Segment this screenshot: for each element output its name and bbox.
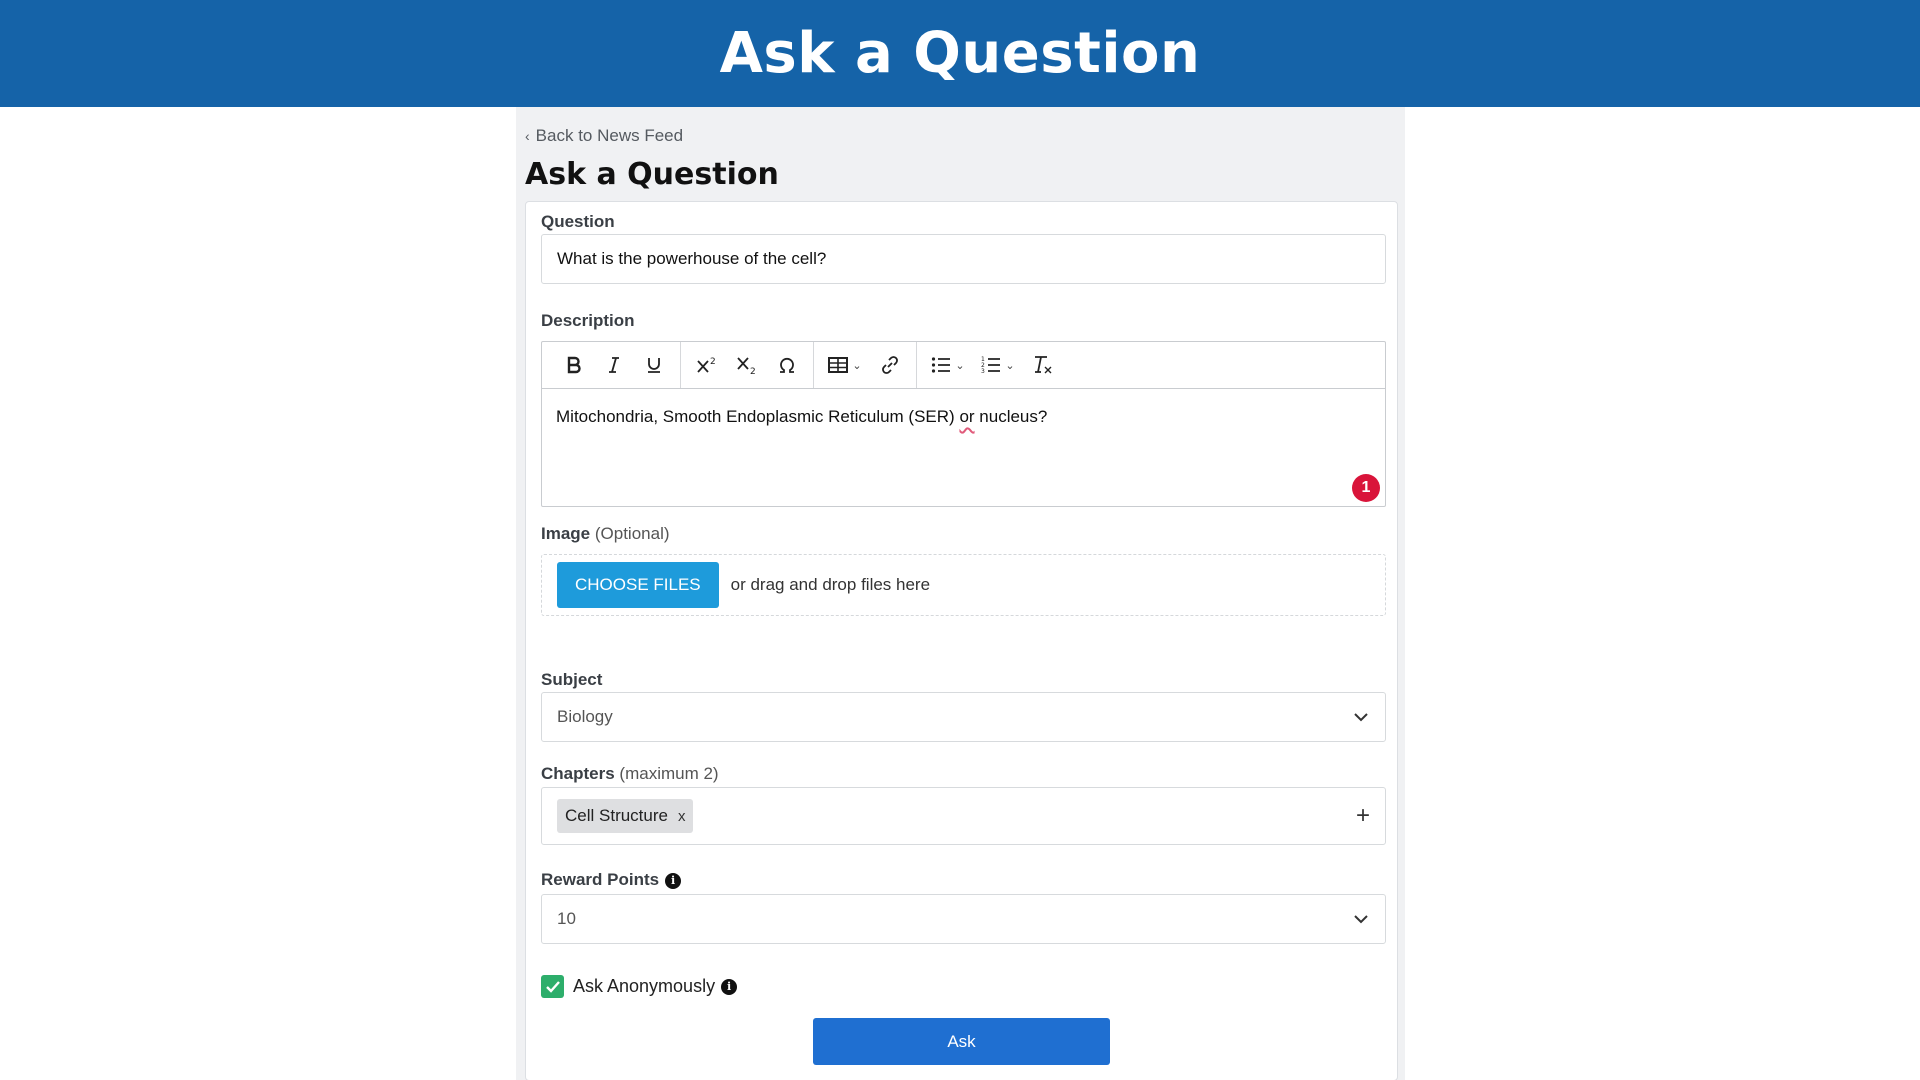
subject-select[interactable]: Biology [541, 692, 1386, 742]
chevron-down-icon: ⌄ [1005, 359, 1015, 372]
toolbar-group-basic [548, 342, 681, 388]
reward-points-select[interactable]: 10 [541, 894, 1386, 944]
ask-button[interactable]: Ask [813, 1018, 1110, 1065]
reward-points-value: 10 [557, 909, 576, 928]
bulleted-list-icon[interactable]: ⌄ [923, 347, 973, 383]
question-label: Question [541, 212, 615, 231]
chevron-down-icon: ⌄ [852, 359, 862, 372]
toolbar-group-lists: ⌄ 123 ⌄ [917, 342, 1069, 388]
back-link-label: Back to News Feed [535, 126, 684, 145]
chevron-down-icon [1352, 708, 1370, 726]
misspelled-word: or [959, 407, 975, 426]
image-label-text: Image [541, 524, 591, 543]
choose-files-button[interactable]: CHOOSE FILES [557, 562, 719, 608]
chapter-chip: Cell Structure x [557, 799, 694, 833]
info-icon[interactable]: i [665, 872, 682, 889]
description-label: Description [541, 311, 635, 330]
subscript-icon[interactable]: 2 [727, 347, 767, 383]
ask-anonymously-checkbox[interactable] [541, 975, 564, 998]
image-label-optional: (Optional) [594, 524, 670, 543]
question-input-value: What is the powerhouse of the cell? [557, 249, 827, 268]
svg-text:3: 3 [981, 368, 985, 374]
clear-formatting-icon[interactable] [1023, 347, 1063, 383]
description-text-end: nucleus? [974, 407, 1048, 426]
question-form: Question What is the powerhouse of the c… [525, 201, 1398, 1080]
table-icon[interactable]: ⌄ [820, 347, 870, 383]
reward-points-label: Reward Points i [541, 870, 682, 890]
chevron-down-icon: ⌄ [955, 359, 965, 372]
italic-icon[interactable] [594, 347, 634, 383]
svg-text:2: 2 [710, 357, 716, 367]
numbered-list-icon[interactable]: 123 ⌄ [973, 347, 1023, 383]
ask-anonymously-row: Ask Anonymously i [541, 975, 738, 998]
description-text: Mitochondria, Smooth Endoplasmic Reticul… [556, 407, 1047, 426]
bold-icon[interactable] [554, 347, 594, 383]
editor-toolbar: 2 2 ⌄ ⌄ 1 2 3 ⌄ [542, 342, 1385, 389]
chapters-label-text: Chapters [541, 764, 615, 783]
toolbar-group-insert: ⌄ [814, 342, 917, 388]
ask-anonymously-label[interactable]: Ask Anonymously [573, 976, 715, 997]
back-to-news-feed-link[interactable]: ‹ Back to News Feed [525, 126, 683, 146]
svg-text:2: 2 [750, 367, 756, 375]
chapters-label: Chapters (maximum 2) [541, 764, 719, 784]
chevron-down-icon [1352, 910, 1370, 928]
grammar-issue-badge[interactable]: 1 [1352, 474, 1380, 502]
image-label: Image (Optional) [541, 524, 670, 544]
chapters-label-max: (maximum 2) [619, 764, 719, 783]
page-container: ‹ Back to News Feed Ask a Question Quest… [516, 107, 1405, 1080]
info-icon[interactable]: i [721, 978, 738, 995]
drop-hint: or drag and drop files here [730, 575, 931, 594]
special-character-icon[interactable] [767, 347, 807, 383]
underline-icon[interactable] [634, 347, 674, 383]
toolbar-group-script: 2 2 [681, 342, 814, 388]
subject-label: Subject [541, 670, 603, 689]
chapters-input[interactable]: Cell Structure x + [541, 787, 1386, 845]
question-input[interactable]: What is the powerhouse of the cell? [541, 234, 1386, 284]
banner-title: Ask a Question [719, 21, 1201, 86]
description-text-area[interactable]: Mitochondria, Smooth Endoplasmic Reticul… [542, 389, 1385, 507]
chevron-left-icon: ‹ [525, 128, 530, 144]
page-title: Ask a Question [525, 157, 779, 192]
subject-value: Biology [557, 707, 613, 726]
remove-chip-icon[interactable]: x [678, 808, 686, 825]
superscript-icon[interactable]: 2 [687, 347, 727, 383]
top-banner: Ask a Question [0, 0, 1920, 107]
image-dropzone[interactable]: CHOOSE FILES or drag and drop files here [541, 554, 1386, 616]
description-editor: 2 2 ⌄ ⌄ 1 2 3 ⌄ Mitochondria, Smooth End… [541, 341, 1386, 507]
add-chapter-icon[interactable]: + [1356, 804, 1370, 828]
link-icon[interactable] [870, 347, 910, 383]
reward-points-label-text: Reward Points [541, 870, 660, 889]
chapter-chip-label: Cell Structure [565, 806, 668, 825]
description-text-start: Mitochondria, Smooth Endoplasmic Reticul… [556, 407, 960, 426]
